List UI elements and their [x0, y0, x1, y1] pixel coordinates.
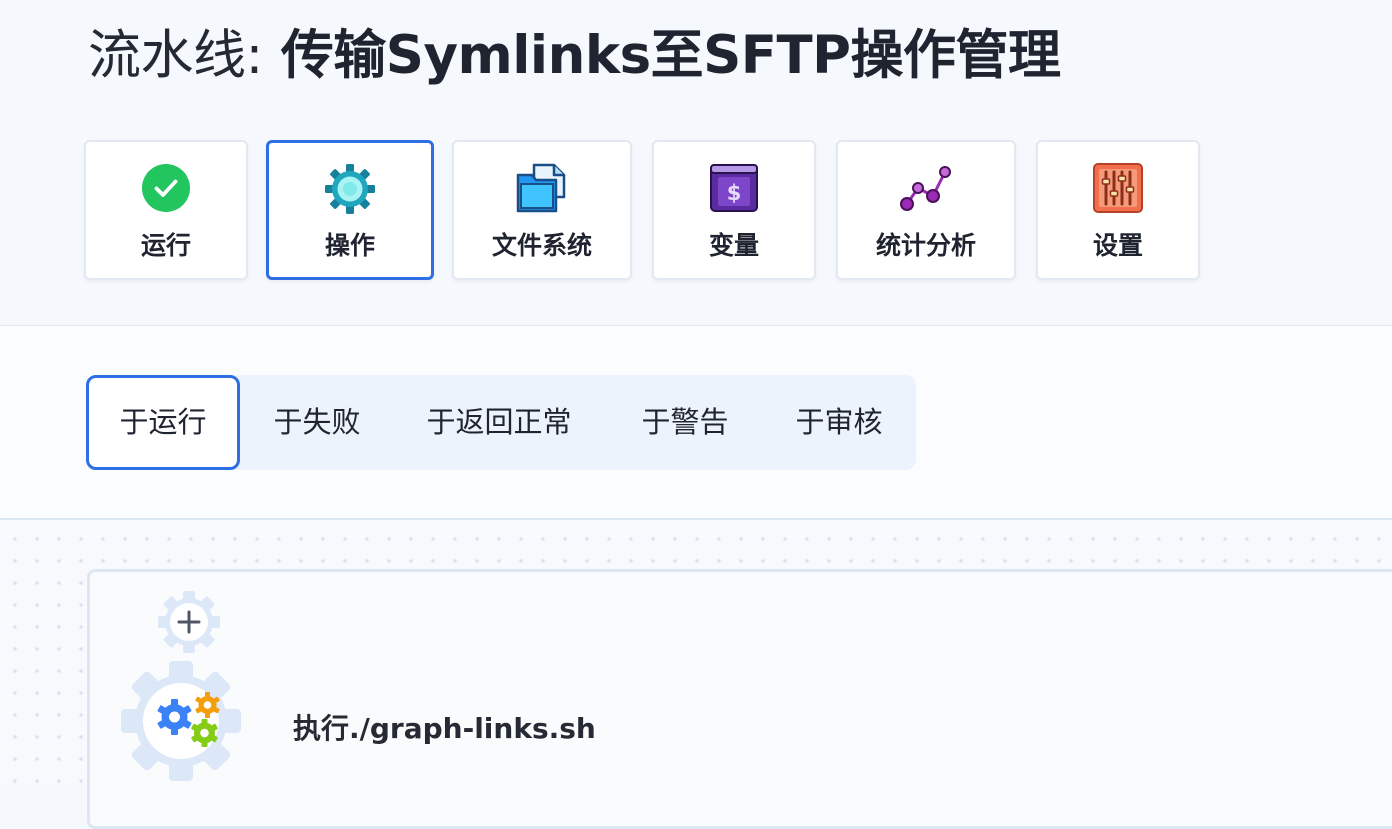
- trigger-tabs: 于运行 于失败 于返回正常 于警告 于审核: [86, 375, 916, 470]
- add-gear-icon[interactable]: [157, 590, 221, 654]
- nav-card-analytics[interactable]: 统计分析: [836, 140, 1016, 280]
- nav-card-variables[interactable]: $ 变量: [652, 140, 816, 280]
- line-chart-icon: [900, 166, 951, 211]
- page-title-prefix: 流水线:: [88, 25, 263, 86]
- action-card[interactable]: 执行./graph-links.sh: [87, 569, 1392, 829]
- nav-card-label: 变量: [708, 231, 759, 260]
- gear-icon: [325, 164, 375, 214]
- nav-card-operations[interactable]: 操作: [266, 140, 434, 280]
- nav-card-label: 设置: [1092, 231, 1143, 260]
- tab-on-review[interactable]: 于审核: [770, 375, 908, 470]
- tab-on-run[interactable]: 于运行: [86, 375, 240, 470]
- check-circle-icon: [142, 164, 190, 212]
- gears-icon: [121, 661, 241, 781]
- sliders-icon: [1093, 163, 1143, 213]
- nav-card-label: 操作: [324, 231, 375, 260]
- page-header: 流水线: 传输Symlinks至SFTP操作管理 运行 操作 文件系统 $ 变量…: [0, 0, 1392, 326]
- tab-on-warning[interactable]: 于警告: [616, 375, 754, 470]
- trigger-section: 于运行 于失败 于返回正常 于警告 于审核: [0, 326, 1392, 520]
- action-label[interactable]: 执行./graph-links.sh: [293, 707, 596, 747]
- tab-on-failure[interactable]: 于失败: [249, 375, 385, 470]
- tab-on-return-normal[interactable]: 于返回正常: [396, 375, 602, 470]
- nav-card-run[interactable]: 运行: [84, 140, 248, 280]
- nav-card-label: 统计分析: [875, 231, 976, 260]
- folder-file-icon: [516, 163, 566, 213]
- actions-canvas: 执行./graph-links.sh: [0, 520, 1392, 829]
- dollar-variable-icon: $: [710, 164, 758, 212]
- nav-card-filesystem[interactable]: 文件系统: [452, 140, 632, 280]
- pipeline-name: 传输Symlinks至SFTP操作管理: [280, 25, 1061, 86]
- svg-text:$: $: [727, 181, 742, 205]
- nav-card-settings[interactable]: 设置: [1036, 140, 1200, 280]
- nav-card-label: 文件系统: [491, 231, 592, 260]
- nav-card-label: 运行: [140, 231, 191, 260]
- page-title: 流水线: 传输Symlinks至SFTP操作管理: [88, 24, 1061, 88]
